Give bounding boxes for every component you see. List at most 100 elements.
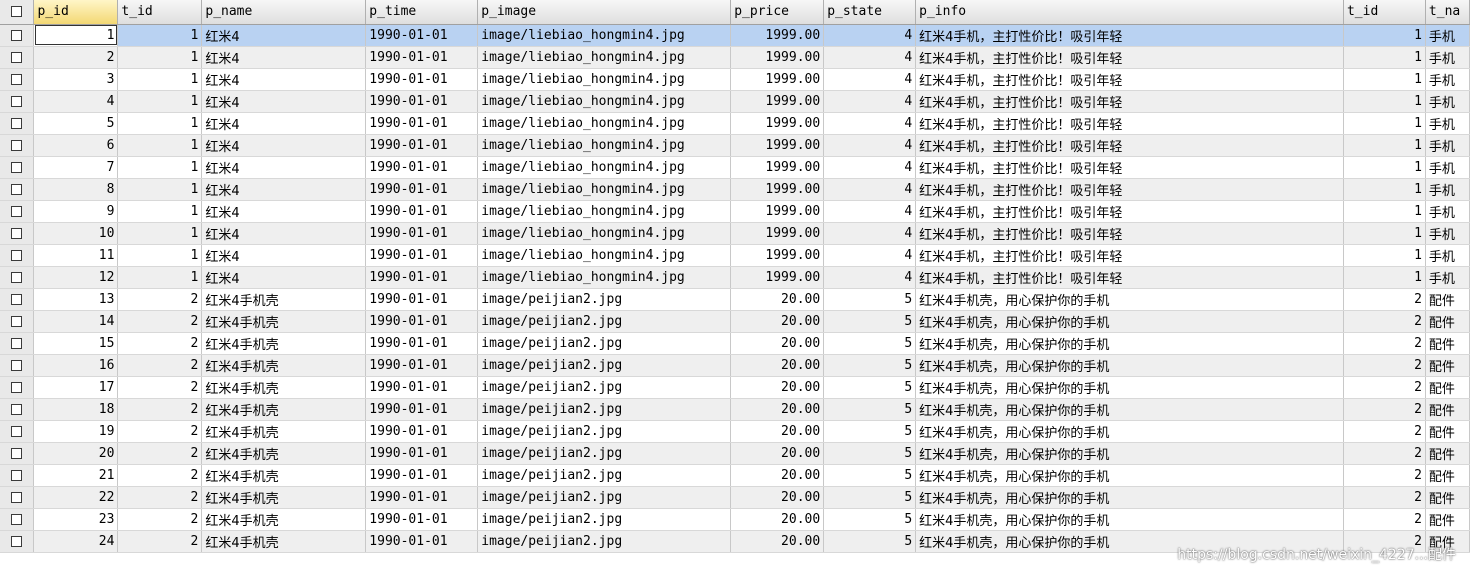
cell-p_price[interactable]: 1999.00 (730, 222, 825, 245)
cell-p_state[interactable]: 4 (823, 90, 917, 113)
row-select-checkbox[interactable] (0, 310, 35, 333)
row-select-checkbox[interactable] (0, 332, 35, 355)
cell-p_id[interactable]: 13 (33, 288, 119, 311)
cell-p_time[interactable]: 1990-01-01 (365, 68, 479, 91)
table-row[interactable]: 11 1 红米4 1990-01-01 image/liebiao_hongmin4.j… (0, 244, 1470, 267)
cell-p_time[interactable]: 1990-01-01 (365, 200, 479, 223)
cell-t_id[interactable]: 2 (117, 376, 203, 399)
table-row[interactable]: 21 2 红米4手机壳 1990-01-01 image/peijian2.jpg 20.… (0, 464, 1470, 487)
cell-p_info[interactable]: 红米4手机壳，用心保护你的手机 (915, 288, 1344, 311)
cell-t_id[interactable]: 2 (117, 310, 203, 333)
cell-p_info[interactable]: 红米4手机壳，用心保护你的手机 (915, 420, 1344, 443)
cell-t_id[interactable]: 1 (117, 244, 203, 267)
column-header-t_id[interactable]: t_id (117, 0, 203, 25)
cell-p_name[interactable]: 红米4手机壳 (201, 442, 367, 465)
table-row[interactable]: 19 2 红米4手机壳 1990-01-01 image/peijian2.jpg 20.… (0, 420, 1470, 443)
cell-p_name[interactable]: 红米4 (201, 178, 367, 201)
column-header-p_image[interactable]: p_image (477, 0, 732, 25)
cell-p_state[interactable]: 5 (823, 376, 917, 399)
cell-p_price[interactable]: 1999.00 (730, 134, 825, 157)
table-row[interactable]: 7 1 红米4 1990-01-01 image/liebiao_hongmin4.jp… (0, 156, 1470, 179)
cell-p_name[interactable]: 红米4 (201, 222, 367, 245)
cell-p_id[interactable]: 1 (33, 24, 119, 47)
cell-p_time[interactable]: 1990-01-01 (365, 288, 479, 311)
cell-p_name[interactable]: 红米4手机壳 (201, 376, 367, 399)
cell-p_price[interactable]: 20.00 (730, 354, 825, 377)
cell-p_price[interactable]: 20.00 (730, 420, 825, 443)
cell-p_name[interactable]: 红米4手机壳 (201, 486, 367, 509)
cell-p_price[interactable]: 1999.00 (730, 68, 825, 91)
cell-p_state[interactable]: 4 (823, 24, 917, 47)
cell-p_name[interactable]: 红米4手机壳 (201, 398, 367, 421)
row-select-checkbox[interactable] (0, 24, 35, 47)
cell-p_image[interactable]: image/peijian2.jpg (477, 332, 732, 355)
cell-p_time[interactable]: 1990-01-01 (365, 90, 479, 113)
table-row[interactable]: 23 2 红米4手机壳 1990-01-01 image/peijian2.jpg 20.… (0, 508, 1470, 531)
cell-p_state[interactable]: 4 (823, 222, 917, 245)
cell-t_id[interactable]: 2 (117, 420, 203, 443)
cell-t_id[interactable]: 1 (117, 68, 203, 91)
cell-p_price[interactable]: 20.00 (730, 508, 825, 531)
cell-t_name[interactable]: 手机 (1425, 46, 1470, 69)
row-select-checkbox[interactable] (0, 68, 35, 91)
cell-p_state[interactable]: 4 (823, 134, 917, 157)
cell-p_id[interactable]: 15 (33, 332, 119, 355)
cell-t_id-2[interactable]: 2 (1343, 442, 1426, 465)
cell-p_image[interactable]: image/liebiao_hongmin4.jpg (477, 244, 732, 267)
cell-t_id-2[interactable]: 2 (1343, 398, 1426, 421)
table-row[interactable]: 2 1 红米4 1990-01-01 image/liebiao_hongmin4.jp… (0, 46, 1470, 69)
cell-p_name[interactable]: 红米4 (201, 200, 367, 223)
cell-t_name[interactable]: 配件 (1425, 354, 1470, 377)
cell-p_time[interactable]: 1990-01-01 (365, 486, 479, 509)
cell-p_info[interactable]: 红米4手机，主打性价比！吸引年轻 (915, 222, 1344, 245)
cell-p_image[interactable]: image/peijian2.jpg (477, 442, 732, 465)
table-row[interactable]: 13 2 红米4手机壳 1990-01-01 image/peijian2.jpg 20.… (0, 288, 1470, 311)
cell-p_info[interactable]: 红米4手机，主打性价比！吸引年轻 (915, 46, 1344, 69)
cell-p_info[interactable]: 红米4手机，主打性价比！吸引年轻 (915, 266, 1344, 289)
cell-p_info[interactable]: 红米4手机，主打性价比！吸引年轻 (915, 112, 1344, 135)
cell-t_id-2[interactable]: 1 (1343, 266, 1426, 289)
row-select-checkbox[interactable] (0, 398, 35, 421)
cell-p_id[interactable]: 19 (33, 420, 119, 443)
cell-p_info[interactable]: 红米4手机，主打性价比！吸引年轻 (915, 156, 1344, 179)
cell-p_name[interactable]: 红米4 (201, 24, 367, 47)
cell-p_info[interactable]: 红米4手机壳，用心保护你的手机 (915, 354, 1344, 377)
cell-p_id[interactable]: 8 (33, 178, 119, 201)
row-select-checkbox[interactable] (0, 200, 35, 223)
cell-p_id[interactable]: 12 (33, 266, 119, 289)
cell-t_name[interactable]: 手机 (1425, 90, 1470, 113)
cell-t_id[interactable]: 2 (117, 464, 203, 487)
cell-p_price[interactable]: 1999.00 (730, 266, 825, 289)
cell-t_id[interactable]: 2 (117, 288, 203, 311)
cell-p_name[interactable]: 红米4 (201, 112, 367, 135)
cell-t_name[interactable]: 配件 (1425, 442, 1470, 465)
cell-t_id-2[interactable]: 2 (1343, 354, 1426, 377)
cell-p_time[interactable]: 1990-01-01 (365, 354, 479, 377)
cell-p_time[interactable]: 1990-01-01 (365, 24, 479, 47)
cell-p_id[interactable]: 7 (33, 156, 119, 179)
column-header-p_info[interactable]: p_info (915, 0, 1344, 25)
table-row[interactable]: 1 1 红米4 1990-01-01 image/liebiao_hongmin4.jp… (0, 24, 1470, 47)
cell-t_name[interactable]: 配件 (1425, 332, 1470, 355)
cell-p_id[interactable]: 11 (33, 244, 119, 267)
cell-t_id[interactable]: 2 (117, 508, 203, 531)
cell-t_id-2[interactable]: 1 (1343, 244, 1426, 267)
cell-p_price[interactable]: 20.00 (730, 442, 825, 465)
cell-t_name[interactable]: 配件 (1425, 398, 1470, 421)
cell-t_id-2[interactable]: 1 (1343, 90, 1426, 113)
cell-p_time[interactable]: 1990-01-01 (365, 464, 479, 487)
column-header-p_id[interactable]: p_id (33, 0, 119, 25)
cell-p_info[interactable]: 红米4手机，主打性价比！吸引年轻 (915, 90, 1344, 113)
cell-t_id-2[interactable]: 2 (1343, 288, 1426, 311)
cell-p_info[interactable]: 红米4手机，主打性价比！吸引年轻 (915, 200, 1344, 223)
row-select-checkbox[interactable] (0, 376, 35, 399)
select-all-checkbox[interactable] (0, 0, 35, 25)
cell-p_id[interactable]: 10 (33, 222, 119, 245)
cell-p_name[interactable]: 红米4手机壳 (201, 288, 367, 311)
cell-p_time[interactable]: 1990-01-01 (365, 420, 479, 443)
cell-p_time[interactable]: 1990-01-01 (365, 46, 479, 69)
column-header-p_price[interactable]: p_price (730, 0, 825, 25)
cell-p_price[interactable]: 1999.00 (730, 156, 825, 179)
cell-p_info[interactable]: 红米4手机壳，用心保护你的手机 (915, 486, 1344, 509)
cell-t_id[interactable]: 2 (117, 442, 203, 465)
